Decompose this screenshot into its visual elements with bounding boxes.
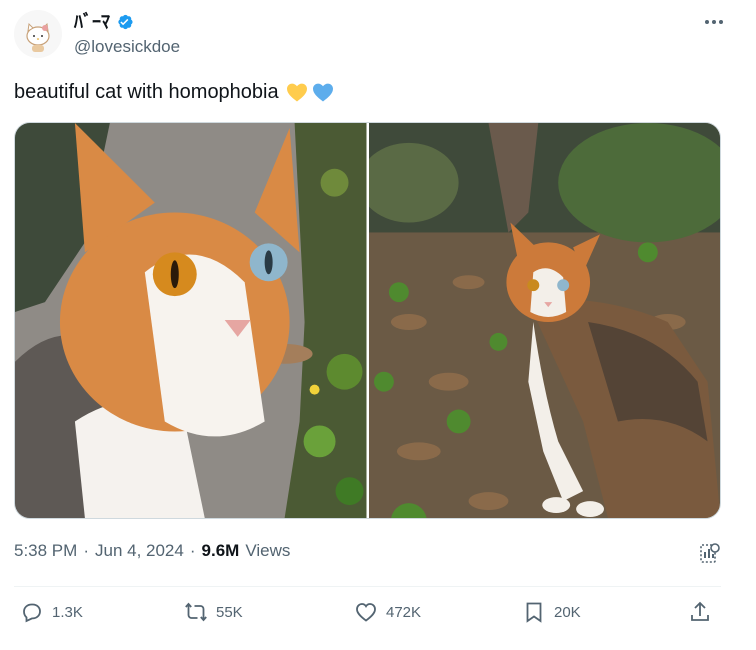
meta-separator: · bbox=[83, 541, 89, 560]
hello-kitty-avatar-icon bbox=[14, 10, 62, 58]
tweet-header: ﾊﾞｰﾏ @lovesickdoe bbox=[14, 8, 734, 64]
bookmark-button[interactable]: 20K bbox=[522, 600, 581, 624]
blue-heart-icon bbox=[312, 83, 333, 102]
views-label: Views bbox=[245, 541, 291, 560]
avatar[interactable] bbox=[14, 10, 62, 58]
display-name[interactable]: ﾊﾞｰﾏ bbox=[74, 10, 110, 34]
reply-icon bbox=[23, 603, 41, 623]
tweet-time[interactable]: 5:38 PM bbox=[14, 541, 77, 561]
views-count: 9.6M bbox=[201, 541, 240, 560]
verified-badge-icon[interactable] bbox=[114, 12, 134, 32]
repost-count: 55K bbox=[216, 603, 243, 621]
heart-icon bbox=[356, 603, 376, 622]
divider bbox=[14, 586, 721, 587]
more-dots-icon bbox=[705, 20, 723, 24]
share-icon bbox=[691, 601, 709, 621]
share-button[interactable] bbox=[688, 600, 712, 624]
action-bar: 1.3K 55K 472K 20K bbox=[14, 600, 721, 632]
reply-count: 1.3K bbox=[52, 603, 83, 621]
analytics-button[interactable] bbox=[698, 541, 722, 565]
repost-icon bbox=[185, 602, 207, 622]
media-grid bbox=[14, 122, 721, 519]
yellow-heart-icon bbox=[286, 83, 307, 102]
tweet-date[interactable]: Jun 4, 2024 bbox=[95, 541, 184, 561]
reply-button[interactable]: 1.3K bbox=[20, 600, 83, 624]
bookmark-icon bbox=[526, 602, 542, 623]
like-count: 472K bbox=[386, 603, 422, 621]
repost-button[interactable]: 55K bbox=[184, 600, 243, 624]
handle[interactable]: @lovesickdoe bbox=[74, 36, 180, 58]
bookmark-count: 20K bbox=[554, 603, 581, 621]
meta-separator: · bbox=[189, 541, 196, 560]
more-options-button[interactable] bbox=[700, 12, 728, 32]
tweet-text: beautiful cat with homophobia bbox=[14, 78, 335, 106]
tweet-meta: 5:38 PM · Jun 4, 2024 · 9.6M Views bbox=[14, 541, 290, 561]
display-name-row[interactable]: ﾊﾞｰﾏ bbox=[74, 10, 180, 34]
tweet-body: beautiful cat with homophobia bbox=[14, 81, 279, 103]
analytics-icon bbox=[700, 543, 720, 563]
like-button[interactable]: 472K bbox=[354, 600, 421, 624]
cat-in-leaves-photo[interactable] bbox=[368, 123, 720, 518]
cat-closeup-photo[interactable] bbox=[15, 123, 367, 518]
